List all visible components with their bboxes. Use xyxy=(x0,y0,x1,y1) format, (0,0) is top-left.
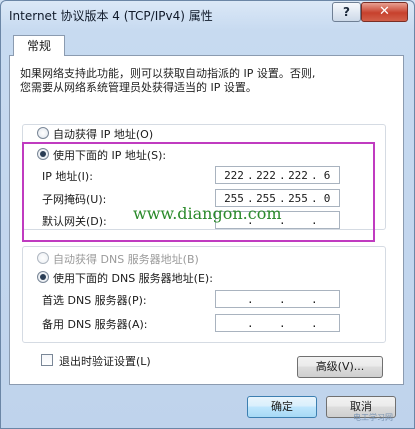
description-line-2: 您需要从网络系统管理员处获得适当的 IP 设置。 xyxy=(20,81,257,94)
properties-dialog: Internet 协议版本 4 (TCP/IPv4) 属性 ? ✕ 常规 如果网… xyxy=(0,0,415,429)
preferred-dns-label: 首选 DNS 服务器(P): xyxy=(42,294,147,307)
highlight-box xyxy=(22,142,375,242)
alternate-dns-label: 备用 DNS 服务器(A): xyxy=(42,318,148,331)
close-button[interactable]: ✕ xyxy=(361,2,408,22)
description-text: 如果网络支持此功能，则可以获取自动指派的 IP 设置。否则, 您需要从网络系统管… xyxy=(20,67,380,95)
ok-button[interactable]: 确定 xyxy=(247,396,317,418)
manual-dns-radio[interactable] xyxy=(37,271,49,283)
tab-general[interactable]: 常规 xyxy=(13,35,65,56)
auto-ip-label[interactable]: 自动获得 IP 地址(O) xyxy=(53,126,153,142)
site-logo: 电工学习网 xyxy=(353,413,393,422)
manual-dns-label[interactable]: 使用下面的 DNS 服务器地址(E): xyxy=(53,270,213,286)
close-icon: ✕ xyxy=(379,4,390,19)
help-button[interactable]: ? xyxy=(332,2,361,22)
alternate-dns-field[interactable]: . . . xyxy=(215,314,340,332)
description-line-1: 如果网络支持此功能，则可以获取自动指派的 IP 设置。否则, xyxy=(20,67,316,80)
title-bar[interactable]: Internet 协议版本 4 (TCP/IPv4) 属性 ? ✕ xyxy=(1,1,414,29)
auto-dns-label[interactable]: 自动获得 DNS 服务器地址(B) xyxy=(53,251,199,267)
validate-on-exit-checkbox[interactable] xyxy=(41,354,53,366)
validate-on-exit-label[interactable]: 退出时验证设置(L) xyxy=(59,353,151,369)
auto-dns-radio[interactable] xyxy=(37,252,49,264)
watermark-text: www.diangon.com xyxy=(133,204,282,223)
preferred-dns-field[interactable]: . . . xyxy=(215,290,340,308)
advanced-button[interactable]: 高级(V)... xyxy=(297,356,383,378)
auto-ip-radio[interactable] xyxy=(37,127,49,139)
window-title: Internet 协议版本 4 (TCP/IPv4) 属性 xyxy=(9,9,213,23)
